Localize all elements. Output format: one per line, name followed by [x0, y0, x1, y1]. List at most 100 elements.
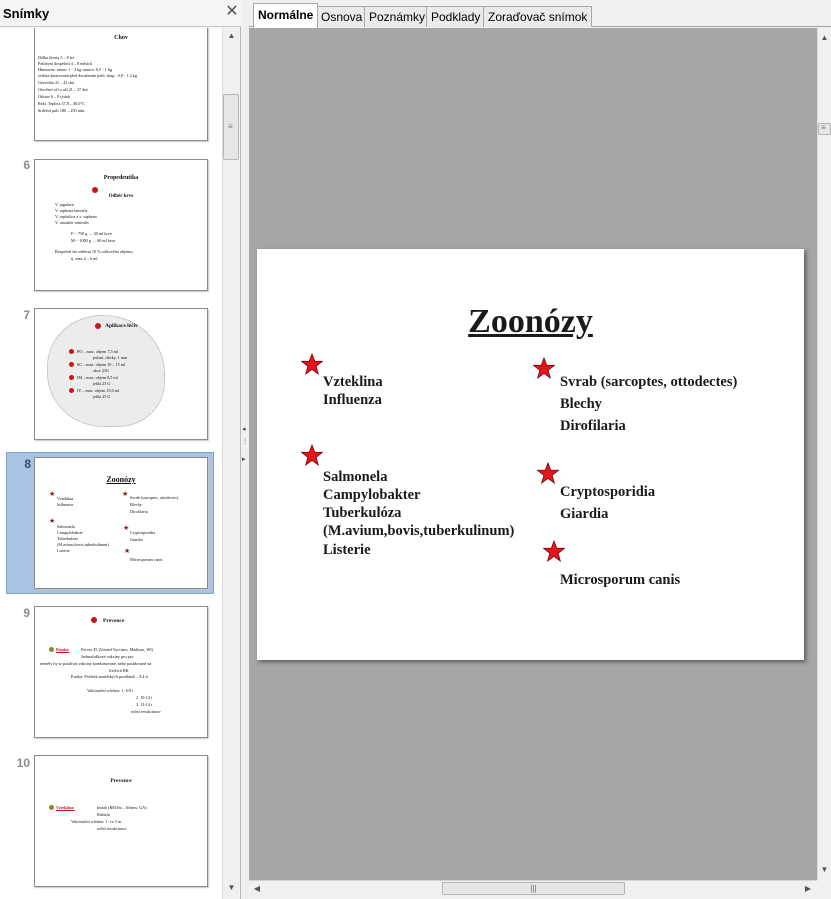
slide-thumbnail-10[interactable]: 10 Prevence Vzteklina: Imrab (RM Inc., A…: [6, 752, 214, 892]
tab-notes[interactable]: Poznámky: [364, 6, 431, 27]
slide-thumbnail-list[interactable]: Chov Délka života 5 – 8 let Pohlavní dos…: [0, 28, 222, 899]
bullet-text[interactable]: Listerie: [323, 541, 371, 559]
expand-right-icon[interactable]: ▸: [242, 455, 246, 463]
slide-thumbnail-9[interactable]: 9 Prevence Psinka: Fervac-D, (United Vac…: [6, 602, 214, 742]
thumb-line: IV – max. objem 10,0 ml: [77, 388, 120, 393]
bullet-text[interactable]: Tuberkulóza: [323, 504, 401, 522]
slide-thumbnail-7[interactable]: 7 Aplikace léčiv PO – max. objem 7,5 ml …: [6, 304, 214, 444]
slide-thumbnail-7-preview[interactable]: Aplikace léčiv PO – max. objem 7,5 ml pu…: [34, 308, 208, 440]
thumb-line: Microsporum canis: [130, 557, 163, 562]
thumb-line: jehla 25 G: [93, 381, 111, 386]
slide-thumbnail-5[interactable]: Chov Délka života 5 – 8 let Pohlavní dos…: [6, 28, 214, 148]
thumb-line: jehla 25 G: [93, 394, 111, 399]
thumb-line: fretčích BK: [109, 668, 129, 673]
thumb-subtitle: Odběr krve: [108, 194, 134, 199]
bullet-text[interactable]: Campylobakter: [323, 486, 420, 504]
scroll-up-icon[interactable]: ▲: [223, 28, 240, 43]
slide-thumbnail-10-preview[interactable]: Prevence Vzteklina: Imrab (RM Inc., Athe…: [34, 755, 208, 887]
bullet-text[interactable]: Microsporum canis: [560, 571, 680, 589]
bullet-text[interactable]: Giardia: [560, 505, 608, 523]
slide-thumbnail-6[interactable]: 6 Propedeutika Odběr krve V. jugularis V…: [6, 154, 214, 294]
thumb-line: Jednosložkové vakcíny pro psy: [81, 654, 134, 659]
thumb-line: tj. max 4 – 6 ml: [71, 256, 98, 261]
current-slide[interactable]: Zoonózy Vzteklina Influenza Salmonela Ca…: [257, 249, 804, 660]
tab-handouts[interactable]: Podklady: [426, 6, 486, 27]
slide-thumbnail-8[interactable]: 8 Zoonózy ★ Vzteklina Influenza ★ Salmon…: [6, 452, 214, 594]
view-tabs: Normálne Osnova Poznámky Podklady Zoraďo…: [249, 0, 831, 28]
slide-number: 6: [23, 158, 30, 172]
thumb-line: Bezpečně lze odebrat 10 % celkového obje…: [55, 249, 134, 254]
thumb-line: M: - 1000 g → 60 ml krve: [71, 238, 116, 243]
bullet-icon: [49, 805, 54, 810]
collapse-left-icon[interactable]: ◂: [242, 425, 246, 433]
thumb-title: Chov: [114, 35, 128, 41]
thumb-line: Rekt. Teplota 37,8 – 40,0°C: [38, 101, 85, 106]
thumb-line: Vakcinační schéma: 1. ve 3 m: [71, 819, 122, 824]
thumb-line: Pohlavní dospělost 4 – 8 měsíců: [38, 61, 93, 66]
thumb-line: Odstav 6 – 8 týdnů: [38, 94, 70, 99]
bullet-text[interactable]: Blechy: [560, 395, 602, 413]
star-icon: [537, 462, 559, 484]
star-icon: [301, 353, 323, 375]
slide-number: 8: [24, 457, 31, 471]
scrollbar-thumb[interactable]: ≡: [223, 94, 239, 160]
pane-splitter[interactable]: ◂ ⋮ ▸: [241, 0, 249, 899]
thumb-line: Vzteklina: [57, 496, 74, 501]
scroll-down-icon[interactable]: ▼: [818, 862, 831, 877]
scrollbar-thumb[interactable]: ≡: [818, 123, 831, 135]
bullet-text[interactable]: Svrab (sarcoptes, ottodectes): [560, 373, 737, 391]
thumb-line: (M.avium,bovis,tuberkulinum): [57, 542, 109, 547]
scroll-down-icon[interactable]: ▼: [223, 880, 240, 895]
thumb-title: Propedeutika: [103, 175, 139, 181]
grip-icon: |||: [530, 884, 537, 893]
slides-pane-title: Snímky: [3, 6, 50, 21]
bullet-text[interactable]: Influenza: [323, 391, 382, 409]
thumb-line: Tuberkulóza: [57, 536, 79, 541]
tab-outline[interactable]: Osnova: [316, 6, 368, 27]
thumb-line: Giardia: [130, 537, 143, 542]
bullet-text[interactable]: Dirofilaria: [560, 417, 626, 435]
splitter-grip-icon: ⋮: [242, 439, 248, 445]
star-icon: ★: [124, 547, 131, 555]
thumb-line: Listerie: [57, 548, 70, 553]
bullet-text[interactable]: Vzteklina: [323, 373, 383, 391]
canvas-horizontal-scrollbar[interactable]: ◀ ||| ▶: [249, 880, 817, 896]
thumb-line: Influenza: [57, 502, 73, 507]
thumb-line: Psinka: Počátek mateřských protilátek – …: [71, 674, 148, 679]
grip-icon: ≡: [228, 122, 233, 131]
slide-edit-canvas[interactable]: Zoonózy Vzteklina Influenza Salmonela Ca…: [249, 28, 817, 880]
thumb-line: V. saphena lateralis: [55, 208, 88, 213]
scroll-up-icon[interactable]: ▲: [818, 30, 831, 45]
thumb-line: Srdeční puls 180 – 250 min.: [38, 108, 86, 113]
bullet-text[interactable]: (M.avium,bovis,tuberkulinum): [323, 522, 514, 540]
tab-slide-sorter[interactable]: Zoraďovač snímok: [483, 6, 593, 27]
slide-thumbnail-5-preview[interactable]: Chov Délka života 5 – 8 let Pohlavní dos…: [34, 28, 208, 141]
slide-number: 9: [23, 606, 30, 620]
thumb-line: pulzní, dávky, 1 mm: [93, 355, 128, 360]
thumb-line: Imrab (RM Inc., Athens, GA): [97, 805, 147, 810]
impress-window: Snímky ✕ Chov Délka života 5 – 8 let Poh…: [0, 0, 831, 899]
close-icon[interactable]: ✕: [224, 3, 240, 21]
thumb-line: Salmonela: [57, 524, 75, 529]
scroll-right-icon[interactable]: ▶: [802, 882, 814, 895]
slide-title[interactable]: Zoonózy: [257, 303, 804, 341]
tab-normal[interactable]: Normálne: [253, 3, 319, 28]
slide-thumbnail-9-preview[interactable]: Prevence Psinka: Fervac-D, (United Vacci…: [34, 606, 208, 738]
bullet-text[interactable]: Salmonela: [323, 468, 387, 486]
thumb-line: Svrab (sarcoptes, ottodectes): [130, 495, 179, 500]
thumb-line: Dirofilaria: [130, 509, 148, 514]
thumb-line: Cryptosporidia: [130, 530, 156, 535]
slide-thumbnail-8-preview[interactable]: Zoonózy ★ Vzteklina Influenza ★ Salmonel…: [34, 457, 208, 589]
thumb-line: 3. 13-14 t: [136, 702, 153, 707]
bullet-text[interactable]: Cryptosporidia: [560, 483, 655, 501]
thumb-line: roční revakcinace: [131, 709, 161, 714]
canvas-vertical-scrollbar[interactable]: ▲ ≡ ▼: [817, 28, 831, 880]
slides-pane-scrollbar[interactable]: ▲ ≡ ▼: [222, 28, 239, 899]
slide-number: 7: [23, 308, 30, 322]
thumb-line: Gravidita 41 – 42 dní: [38, 80, 74, 85]
scroll-left-icon[interactable]: ◀: [251, 882, 263, 895]
thumb-line: akce 23G: [93, 368, 109, 373]
scrollbar-thumb[interactable]: |||: [442, 882, 625, 895]
bullet-icon: [91, 617, 97, 623]
slide-thumbnail-6-preview[interactable]: Propedeutika Odběr krve V. jugularis V. …: [34, 159, 208, 291]
